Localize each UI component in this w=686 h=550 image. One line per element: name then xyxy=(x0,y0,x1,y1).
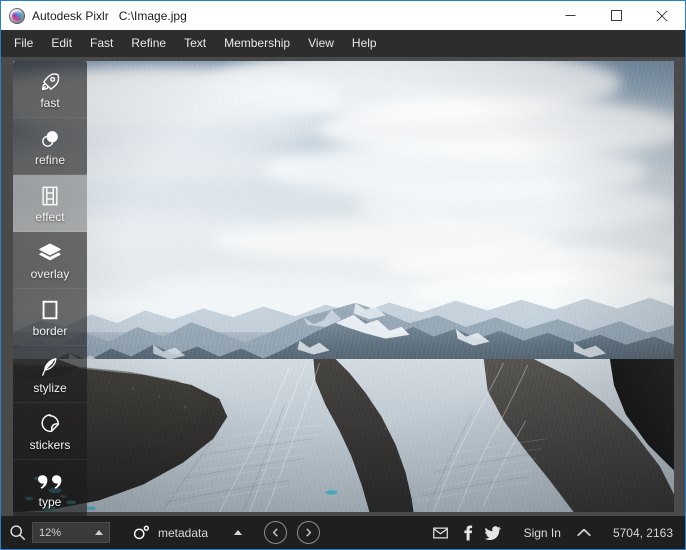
pixlr-logo-icon xyxy=(9,7,25,24)
magnifier-icon[interactable] xyxy=(9,524,26,541)
menu-item-file[interactable]: File xyxy=(5,32,42,55)
tool-item-label: overlay xyxy=(30,267,70,281)
tool-item-label: fast xyxy=(40,96,60,110)
sign-in-button[interactable]: Sign In xyxy=(524,526,561,540)
minimize-button[interactable] xyxy=(547,1,593,30)
menu-item-fast[interactable]: Fast xyxy=(81,32,122,55)
rocket-icon xyxy=(39,69,61,93)
contrast-icon xyxy=(39,126,61,150)
tool-item-effect[interactable]: effect xyxy=(13,175,87,232)
menu-bar: File Edit Fast Refine Text Membership Vi… xyxy=(1,30,685,57)
zoom-controls: 12% xyxy=(9,522,110,543)
tool-item-label: border xyxy=(32,324,68,338)
sticker-icon xyxy=(39,411,61,435)
tool-item-border[interactable]: border xyxy=(13,289,87,346)
layers-icon xyxy=(38,240,62,264)
menu-item-view[interactable]: View xyxy=(299,32,343,55)
workspace: fast refine effect overlay border styliz… xyxy=(1,57,685,516)
aperture-icon[interactable] xyxy=(132,525,150,541)
zoom-select[interactable]: 12% xyxy=(32,522,110,543)
feather-icon xyxy=(39,354,61,378)
tool-item-label: stickers xyxy=(29,438,71,452)
twitter-icon[interactable] xyxy=(480,522,506,544)
file-path-label: C:\Image.jpg xyxy=(118,8,187,23)
caret-up-icon xyxy=(95,530,103,535)
menu-item-help[interactable]: Help xyxy=(343,32,386,55)
menu-item-refine[interactable]: Refine xyxy=(122,32,175,55)
glacier-photograph xyxy=(13,61,674,512)
pixlr-window: Autodesk Pixlr C:\Image.jpg File Edit Fa… xyxy=(0,0,686,550)
metadata-caret-icon[interactable] xyxy=(234,530,243,535)
envelope-icon[interactable] xyxy=(428,522,454,544)
image-canvas[interactable] xyxy=(13,61,674,512)
frame-icon xyxy=(40,297,60,321)
tool-item-type[interactable]: type xyxy=(13,460,87,516)
next-image-button[interactable] xyxy=(297,521,321,544)
zoom-value: 12% xyxy=(39,526,62,539)
tool-item-label: stylize xyxy=(33,381,67,395)
previous-image-button[interactable] xyxy=(264,521,288,544)
app-title: Autodesk Pixlr xyxy=(32,8,109,23)
close-button[interactable] xyxy=(639,1,685,30)
menu-item-membership[interactable]: Membership xyxy=(215,32,299,55)
menu-item-text[interactable]: Text xyxy=(175,32,215,55)
tool-item-label: type xyxy=(38,495,62,509)
status-bar: 12% metadata Sign In 5704, 2163 xyxy=(1,516,685,549)
tool-item-refine[interactable]: refine xyxy=(13,118,87,175)
tool-item-fast[interactable]: fast xyxy=(13,61,87,118)
tool-item-stylize[interactable]: stylize xyxy=(13,346,87,403)
facebook-icon[interactable] xyxy=(454,522,480,544)
filmstrip-icon xyxy=(40,183,60,207)
maximize-button[interactable] xyxy=(593,1,639,30)
metadata-label[interactable]: metadata xyxy=(158,526,208,540)
menu-item-edit[interactable]: Edit xyxy=(42,32,81,55)
tool-item-label: refine xyxy=(34,153,66,167)
image-dimensions-label: 5704, 2163 xyxy=(612,525,673,540)
title-bar: Autodesk Pixlr C:\Image.jpg xyxy=(1,1,685,30)
quote-icon xyxy=(37,468,63,492)
tool-item-label: effect xyxy=(35,210,65,224)
tool-item-overlay[interactable]: overlay xyxy=(13,232,87,289)
tool-panel: fast refine effect overlay border styliz… xyxy=(13,61,87,516)
chevron-up-icon[interactable] xyxy=(577,528,591,537)
vignette-overlay xyxy=(13,61,674,512)
tool-item-stickers[interactable]: stickers xyxy=(13,403,87,460)
